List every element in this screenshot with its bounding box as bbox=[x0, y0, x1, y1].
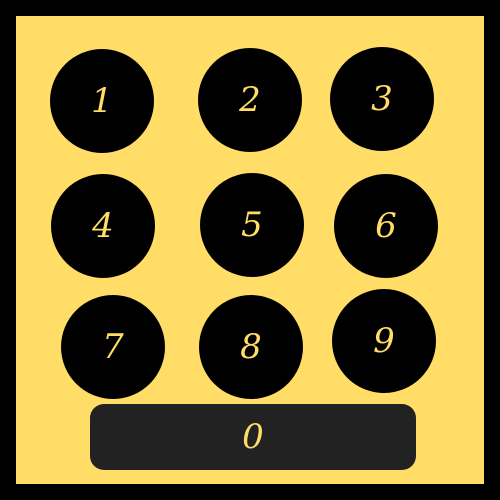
key-0-label: 0 bbox=[242, 417, 264, 457]
key-2[interactable]: 2 bbox=[198, 48, 302, 152]
key-1-label: 1 bbox=[91, 81, 113, 121]
key-4[interactable]: 4 bbox=[51, 174, 155, 278]
key-5[interactable]: 5 bbox=[200, 173, 304, 277]
key-7-label: 7 bbox=[102, 327, 124, 367]
key-3-label: 3 bbox=[371, 79, 393, 119]
key-8[interactable]: 8 bbox=[199, 295, 303, 399]
key-5-label: 5 bbox=[241, 205, 263, 245]
key-6-label: 6 bbox=[375, 206, 397, 246]
key-9-label: 9 bbox=[373, 321, 395, 361]
key-7[interactable]: 7 bbox=[61, 295, 165, 399]
key-8-label: 8 bbox=[240, 327, 262, 367]
key-4-label: 4 bbox=[92, 206, 114, 246]
key-3[interactable]: 3 bbox=[330, 47, 434, 151]
key-6[interactable]: 6 bbox=[334, 174, 438, 278]
key-9[interactable]: 9 bbox=[332, 289, 436, 393]
keypad-panel: 1 2 3 4 5 6 7 8 9 0 bbox=[16, 16, 484, 484]
key-2-label: 2 bbox=[239, 80, 261, 120]
key-0[interactable]: 0 bbox=[90, 404, 416, 470]
key-1[interactable]: 1 bbox=[50, 49, 154, 153]
